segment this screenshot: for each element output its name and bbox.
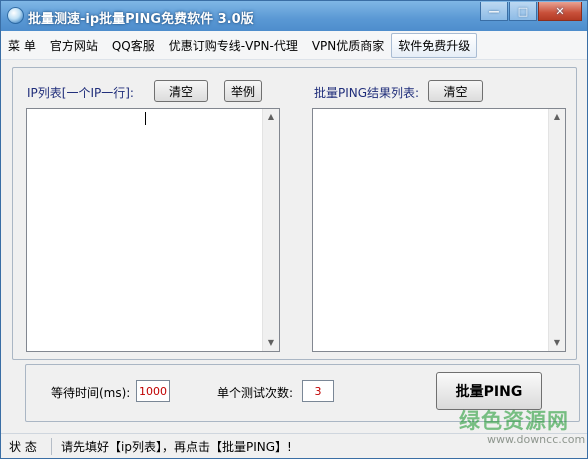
text-cursor bbox=[145, 112, 146, 125]
wait-time-label: 等待时间(ms): bbox=[51, 386, 131, 400]
result-list-label: 批量PING结果列表: bbox=[314, 86, 420, 100]
ip-list-label: IP列表[一个IP一行]: bbox=[27, 86, 134, 100]
menu-free-upgrade[interactable]: 软件免费升级 bbox=[391, 32, 478, 58]
status-message: 请先填好【ip列表】，再点击【批量PING】! bbox=[61, 440, 292, 454]
watermark-url: www.downcc.com bbox=[487, 433, 586, 446]
menu-vpn-vendors[interactable]: VPN优质商家 bbox=[305, 33, 391, 58]
scroll-down-arrow-icon[interactable]: ▼ bbox=[549, 335, 565, 351]
maximize-button[interactable]: □ bbox=[509, 2, 537, 21]
minimize-button[interactable]: — bbox=[480, 2, 508, 21]
test-count-input[interactable]: 3 bbox=[302, 380, 334, 402]
clear-ip-button[interactable]: 清空 bbox=[154, 80, 208, 102]
result-list-scrollbar[interactable]: ▲ ▼ bbox=[548, 109, 565, 351]
result-list-textarea[interactable]: ▲ ▼ bbox=[312, 108, 566, 352]
menu-main[interactable]: 菜 单 bbox=[1, 33, 43, 58]
ip-list-scrollbar[interactable]: ▲ ▼ bbox=[262, 109, 279, 351]
menu-bar: 菜 单 官方网站 QQ客服 优惠订购专线-VPN-代理 VPN优质商家 软件免费… bbox=[1, 31, 587, 60]
scroll-down-arrow-icon[interactable]: ▼ bbox=[263, 335, 279, 351]
window-title: 批量测速-ip批量PING免费软件 3.0版 bbox=[28, 12, 254, 27]
ip-list-textarea[interactable]: ▲ ▼ bbox=[26, 108, 280, 352]
clear-result-button[interactable]: 清空 bbox=[428, 80, 483, 102]
watermark-text: 绿色资源网 bbox=[459, 409, 569, 433]
window-controls: — □ ✕ bbox=[479, 2, 582, 21]
scroll-up-arrow-icon[interactable]: ▲ bbox=[263, 109, 279, 125]
example-button[interactable]: 举例 bbox=[224, 80, 262, 102]
menu-official-site[interactable]: 官方网站 bbox=[43, 33, 105, 58]
close-button[interactable]: ✕ bbox=[538, 2, 582, 21]
test-count-label: 单个测试次数: bbox=[217, 386, 294, 400]
status-label: 状 态 bbox=[1, 438, 52, 455]
scroll-up-arrow-icon[interactable]: ▲ bbox=[549, 109, 565, 125]
title-bar[interactable]: 批量测速-ip批量PING免费软件 3.0版 — □ ✕ bbox=[1, 1, 587, 31]
main-group: IP列表[一个IP一行]: 清空 举例 批量PING结果列表: 清空 ▲ ▼ ▲… bbox=[12, 67, 577, 360]
menu-vpn-proxy-offer[interactable]: 优惠订购专线-VPN-代理 bbox=[162, 33, 305, 58]
app-logo-icon bbox=[7, 7, 24, 24]
app-window: 批量测速-ip批量PING免费软件 3.0版 — □ ✕ 菜 单 官方网站 QQ… bbox=[0, 0, 588, 459]
menu-qq-support[interactable]: QQ客服 bbox=[105, 33, 162, 58]
wait-time-input[interactable]: 1000 bbox=[136, 380, 170, 402]
